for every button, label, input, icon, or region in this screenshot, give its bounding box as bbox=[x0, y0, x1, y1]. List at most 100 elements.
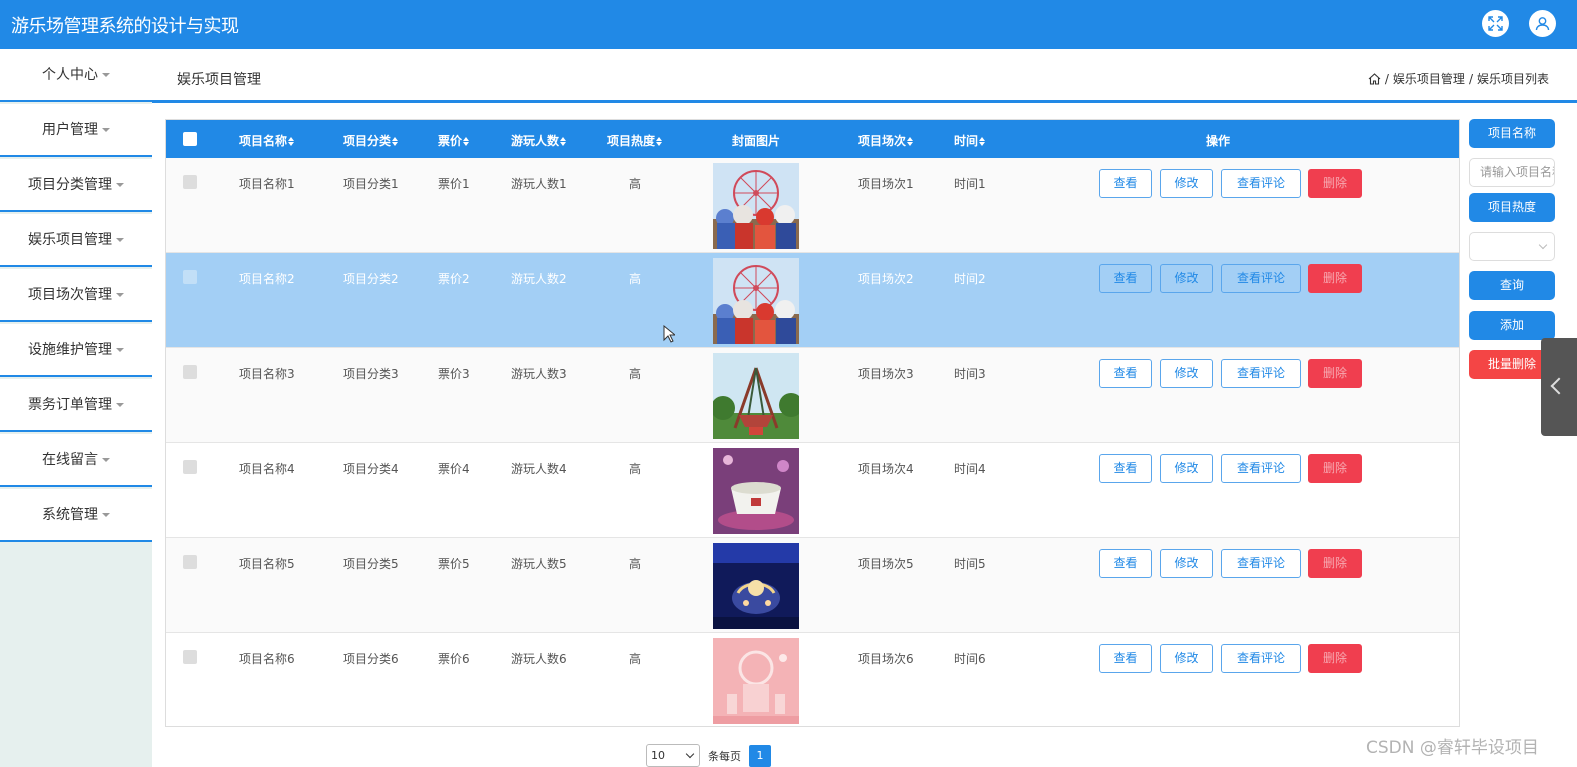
row-checkbox[interactable] bbox=[183, 175, 197, 189]
sidebar-item-user-management[interactable]: 用户管理 bbox=[0, 104, 152, 157]
sidebar-item-system-management[interactable]: 系统管理 bbox=[0, 489, 152, 542]
column-header-name[interactable]: 项目名称 bbox=[239, 132, 295, 149]
cell-price: 票价3 bbox=[438, 367, 470, 381]
chevron-down-icon bbox=[685, 749, 695, 759]
table-row[interactable]: 项目名称5 项目分类5 票价5 游玩人数5 高 项目场次5 时间5 查看 修改 查看评论 删除 bbox=[166, 538, 1459, 633]
cell-session: 项目场次4 bbox=[858, 462, 914, 476]
sidebar-item-messages[interactable]: 在线留言 bbox=[0, 434, 152, 487]
delete-button[interactable]: 删除 bbox=[1308, 644, 1362, 673]
sidebar-item-ticket-orders[interactable]: 票务订单管理 bbox=[0, 379, 152, 432]
cover-image bbox=[713, 448, 799, 534]
sort-icon bbox=[392, 137, 399, 146]
table-row[interactable]: 项目名称3 项目分类3 票价3 游玩人数3 高 项目场次3 时间3 查看 修改 查看评论 删除 bbox=[166, 348, 1459, 443]
chevron-left-icon bbox=[1550, 377, 1568, 395]
sidebar-item-label: 票务订单管理 bbox=[28, 397, 112, 413]
column-header-players[interactable]: 游玩人数 bbox=[511, 132, 567, 149]
column-header-time[interactable]: 时间 bbox=[954, 132, 986, 149]
caret-down-icon bbox=[102, 458, 110, 462]
view-comments-button[interactable]: 查看评论 bbox=[1221, 169, 1301, 198]
content-header: 娱乐项目管理 / 娱乐项目管理 / 娱乐项目列表 bbox=[152, 49, 1577, 103]
home-icon[interactable] bbox=[1368, 72, 1381, 85]
pagination: 10 条每页 1 bbox=[646, 744, 771, 767]
add-button[interactable]: 添加 bbox=[1469, 311, 1555, 340]
breadcrumb: / 娱乐项目管理 / 娱乐项目列表 bbox=[1368, 70, 1549, 87]
view-comments-button[interactable]: 查看评论 bbox=[1221, 644, 1301, 673]
view-comments-button[interactable]: 查看评论 bbox=[1221, 549, 1301, 578]
sidebar-item-label: 项目分类管理 bbox=[28, 177, 112, 193]
mouse-cursor-icon bbox=[663, 325, 675, 343]
name-label-button[interactable]: 项目名称 bbox=[1469, 119, 1555, 148]
edit-button[interactable]: 修改 bbox=[1160, 549, 1213, 578]
heat-label-button[interactable]: 项目热度 bbox=[1469, 193, 1555, 222]
delete-button[interactable]: 删除 bbox=[1308, 169, 1362, 198]
table-row[interactable]: 项目名称6 项目分类6 票价6 游玩人数6 高 项目场次6 时间6 查看 修改 查看评论 删除 bbox=[166, 633, 1459, 726]
cell-session: 项目场次2 bbox=[858, 272, 914, 286]
breadcrumb-item[interactable]: 娱乐项目管理 bbox=[1393, 70, 1465, 87]
select-all-checkbox[interactable] bbox=[183, 132, 197, 146]
delete-button[interactable]: 删除 bbox=[1308, 264, 1362, 293]
cell-category: 项目分类6 bbox=[343, 652, 399, 666]
cell-category: 项目分类3 bbox=[343, 367, 399, 381]
cover-image bbox=[713, 258, 799, 344]
heat-select[interactable] bbox=[1469, 232, 1555, 261]
sidebar: 个人中心 用户管理 项目分类管理 娱乐项目管理 项目场次管理 设施维护管理 票务… bbox=[0, 49, 152, 767]
app-title: 游乐场管理系统的设计与实现 bbox=[11, 16, 239, 37]
view-comments-button[interactable]: 查看评论 bbox=[1221, 454, 1301, 483]
edit-button[interactable]: 修改 bbox=[1160, 359, 1213, 388]
cell-time: 时间3 bbox=[954, 367, 986, 381]
edit-button[interactable]: 修改 bbox=[1160, 264, 1213, 293]
sidebar-item-label: 项目场次管理 bbox=[28, 287, 112, 303]
column-header-heat[interactable]: 项目热度 bbox=[607, 132, 663, 149]
column-header-price[interactable]: 票价 bbox=[438, 132, 470, 149]
sort-icon bbox=[656, 137, 663, 146]
edit-button[interactable]: 修改 bbox=[1160, 169, 1213, 198]
cell-price: 票价2 bbox=[438, 272, 470, 286]
delete-button[interactable]: 删除 bbox=[1308, 549, 1362, 578]
sidebar-item-maintenance-management[interactable]: 设施维护管理 bbox=[0, 324, 152, 377]
caret-down-icon bbox=[116, 293, 124, 297]
edit-button[interactable]: 修改 bbox=[1160, 644, 1213, 673]
sidebar-item-personal-center[interactable]: 个人中心 bbox=[0, 49, 152, 102]
top-bar: 游乐场管理系统的设计与实现 bbox=[0, 0, 1577, 49]
cell-time: 时间1 bbox=[954, 177, 986, 191]
table-row[interactable]: 项目名称1 项目分类1 票价1 游玩人数1 高 项目场次1 时间1 查看 修改 查看评论 删除 bbox=[166, 158, 1459, 253]
column-header-session[interactable]: 项目场次 bbox=[858, 132, 914, 149]
row-checkbox[interactable] bbox=[183, 650, 197, 664]
user-avatar-icon[interactable] bbox=[1529, 10, 1556, 37]
cell-heat: 高 bbox=[629, 367, 642, 381]
view-button[interactable]: 查看 bbox=[1099, 359, 1152, 388]
delete-button[interactable]: 删除 bbox=[1308, 454, 1362, 483]
view-button[interactable]: 查看 bbox=[1099, 264, 1152, 293]
caret-down-icon bbox=[116, 348, 124, 352]
table-row[interactable]: 项目名称2 项目分类2 票价2 游玩人数2 高 项目场次2 时间2 查看 修改 查看评论 删除 bbox=[166, 253, 1459, 348]
sidebar-item-category-management[interactable]: 项目分类管理 bbox=[0, 159, 152, 212]
caret-down-icon bbox=[116, 183, 124, 187]
sidebar-item-label: 设施维护管理 bbox=[28, 342, 112, 358]
sidebar-item-session-management[interactable]: 项目场次管理 bbox=[0, 269, 152, 322]
page-number-button[interactable]: 1 bbox=[749, 744, 771, 767]
side-drawer-tab[interactable] bbox=[1541, 338, 1577, 436]
column-header-cover-image: 封面图片 bbox=[732, 134, 781, 148]
cell-category: 项目分类5 bbox=[343, 557, 399, 571]
name-search-input[interactable]: 请输入项目名称 bbox=[1469, 158, 1555, 187]
row-checkbox[interactable] bbox=[183, 270, 197, 284]
row-checkbox[interactable] bbox=[183, 555, 197, 569]
sidebar-item-attraction-management[interactable]: 娱乐项目管理 bbox=[0, 214, 152, 267]
view-comments-button[interactable]: 查看评论 bbox=[1221, 359, 1301, 388]
view-comments-button[interactable]: 查看评论 bbox=[1221, 264, 1301, 293]
column-header-category[interactable]: 项目分类 bbox=[343, 132, 399, 149]
row-checkbox[interactable] bbox=[183, 365, 197, 379]
row-checkbox[interactable] bbox=[183, 460, 197, 474]
page-size-select[interactable]: 10 bbox=[646, 744, 700, 767]
view-button[interactable]: 查看 bbox=[1099, 644, 1152, 673]
view-button[interactable]: 查看 bbox=[1099, 169, 1152, 198]
view-button[interactable]: 查看 bbox=[1099, 549, 1152, 578]
table-row[interactable]: 项目名称4 项目分类4 票价4 游玩人数4 高 项目场次4 时间4 查看 修改 查看评论 删除 bbox=[166, 443, 1459, 538]
cell-name: 项目名称4 bbox=[239, 462, 295, 476]
fullscreen-icon[interactable] bbox=[1482, 10, 1509, 37]
cell-price: 票价1 bbox=[438, 177, 470, 191]
query-button[interactable]: 查询 bbox=[1469, 271, 1555, 300]
edit-button[interactable]: 修改 bbox=[1160, 454, 1213, 483]
delete-button[interactable]: 删除 bbox=[1308, 359, 1362, 388]
view-button[interactable]: 查看 bbox=[1099, 454, 1152, 483]
